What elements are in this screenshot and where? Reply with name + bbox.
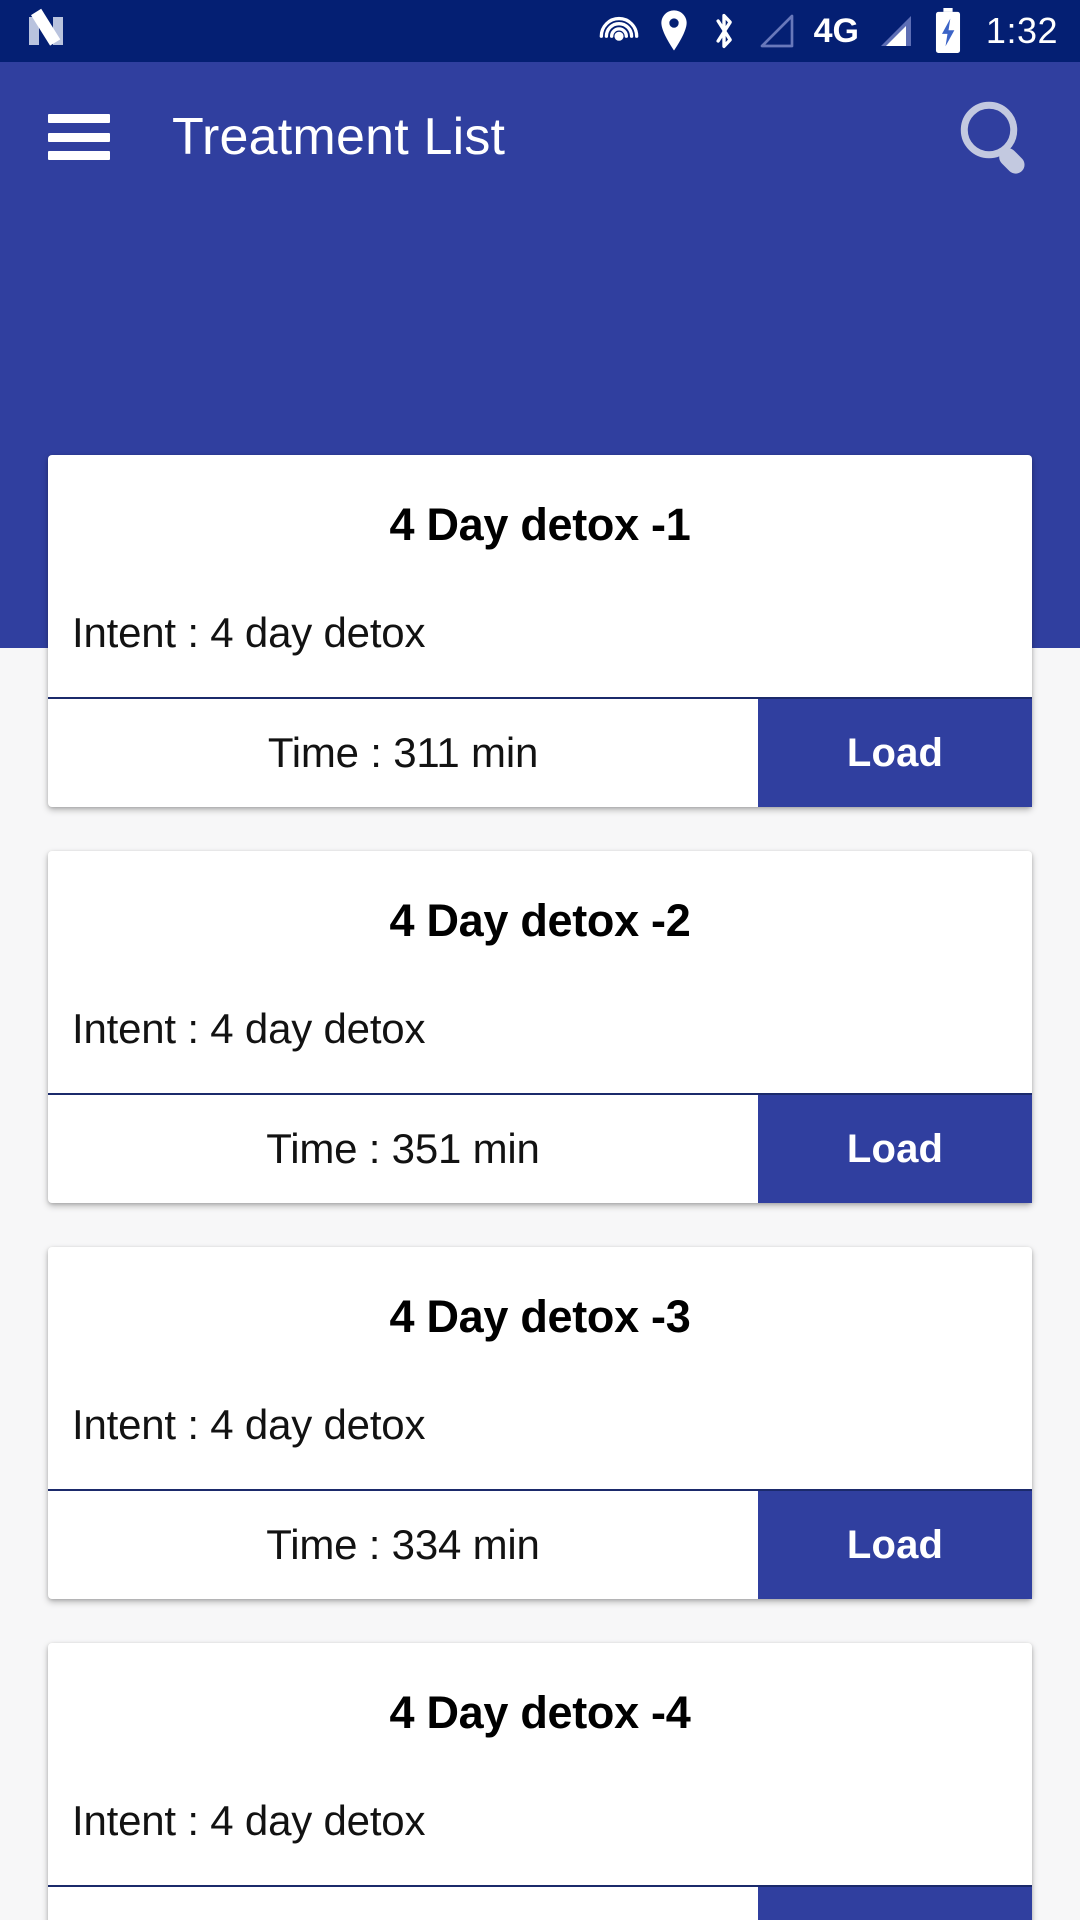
status-bar: 4G 1:32 — [0, 0, 1080, 62]
treatment-title: 4 Day detox -1 — [389, 499, 691, 550]
treatment-time: Time : 334 min — [266, 1521, 540, 1568]
load-button[interactable]: Load — [758, 1491, 1032, 1599]
page-title: Treatment List — [172, 108, 506, 166]
battery-charging-icon — [935, 8, 960, 53]
phone-screen: 4G 1:32 Treatment List 4 Day detox -1 In… — [0, 0, 1080, 1920]
signal-bars-icon — [880, 16, 911, 46]
treatment-card[interactable]: 4 Day detox -1 Intent : 4 day detox Time… — [48, 455, 1032, 807]
treatment-card[interactable]: 4 Day detox -4 Intent : 4 day detox Load — [48, 1643, 1032, 1920]
clock: 1:32 — [985, 10, 1058, 51]
treatment-card-footer: Time : 334 min Load — [48, 1489, 1032, 1599]
status-bar-left — [26, 8, 66, 51]
treatment-card-footer: Time : 351 min Load — [48, 1093, 1032, 1203]
bluetooth-icon — [716, 13, 732, 49]
network-type-label: 4G — [813, 12, 859, 50]
treatment-card[interactable]: 4 Day detox -3 Intent : 4 day detox Time… — [48, 1247, 1032, 1599]
load-button[interactable]: Load — [758, 1095, 1032, 1203]
treatment-card-footer: Time : 311 min Load — [48, 697, 1032, 807]
treatment-time — [48, 1887, 758, 1920]
treatment-intent: Intent : 4 day detox — [72, 1401, 426, 1448]
treatment-title: 4 Day detox -2 — [389, 895, 691, 946]
app-bar: Treatment List — [0, 62, 1080, 212]
treatment-intent: Intent : 4 day detox — [72, 609, 426, 656]
treatment-title: 4 Day detox -4 — [389, 1687, 691, 1738]
treatment-list[interactable]: 4 Day detox -1 Intent : 4 day detox Time… — [0, 455, 1080, 1920]
treatment-time: Time : 311 min — [267, 729, 539, 776]
hamburger-menu-icon[interactable] — [48, 114, 110, 160]
treatment-intent: Intent : 4 day detox — [72, 1797, 426, 1844]
location-icon — [660, 10, 687, 51]
android-nougat-logo-icon — [26, 8, 66, 51]
treatment-card[interactable]: 4 Day detox -2 Intent : 4 day detox Time… — [48, 851, 1032, 1203]
treatment-title: 4 Day detox -3 — [389, 1291, 691, 1342]
treatment-time: Time : 351 min — [266, 1125, 540, 1172]
load-button[interactable]: Load — [758, 699, 1032, 807]
status-bar-right: 4G 1:32 — [598, 8, 1058, 54]
search-icon[interactable] — [948, 89, 1044, 185]
treatment-card-footer: Load — [48, 1885, 1032, 1920]
signal-empty-icon — [760, 14, 793, 48]
treatment-intent: Intent : 4 day detox — [72, 1005, 426, 1052]
load-button[interactable]: Load — [758, 1887, 1032, 1920]
cast-icon — [599, 16, 638, 41]
